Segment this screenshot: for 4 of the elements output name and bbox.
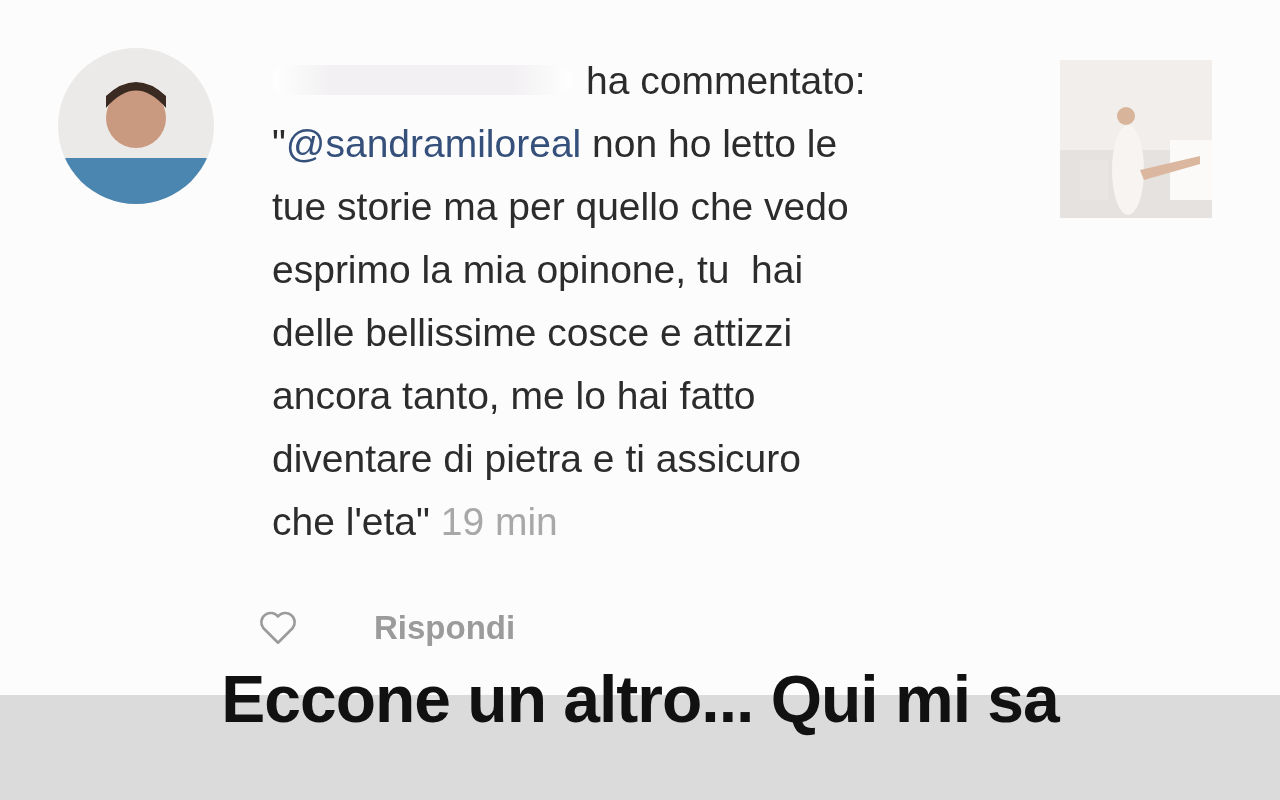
header-text: ha commentato: bbox=[586, 57, 866, 104]
mention-link[interactable]: @sandramiloreal bbox=[285, 122, 582, 165]
comment-text: "@sandramiloreal non ho letto le tue storie ma per quello che vedo esprimo la mia opinone, tu hai delle bellissime cosce e attizzi ancora tanto, me lo hai fatto diventare di pietra e ti assicuro che l'eta" 19 min bbox=[272, 121, 850, 545]
caption-text: Eccone un altro... Qui mi sa bbox=[221, 661, 1059, 737]
